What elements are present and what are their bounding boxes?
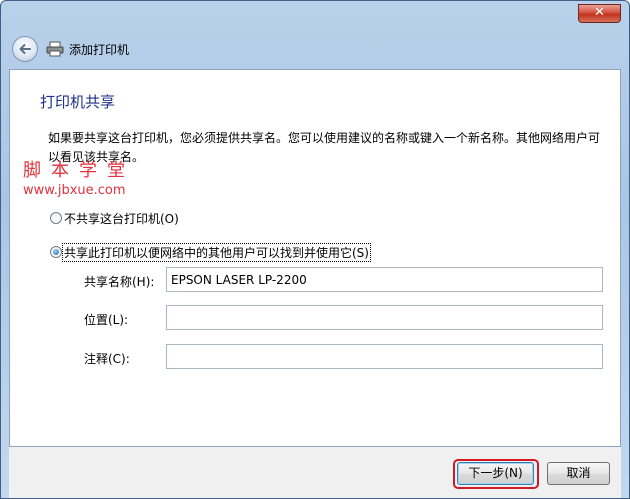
watermark-text: 脚本学堂 xyxy=(23,160,135,181)
share-name-label: 共享名称(H): xyxy=(84,275,155,289)
watermark: 脚本学堂 www.jbxue.com xyxy=(23,161,135,199)
close-icon: ✕ xyxy=(594,5,605,20)
add-printer-window: ✕ 添加打印机 打印机共享 如果要共享这台打印机，您必须提供共享名。您可以使用建… xyxy=(0,0,630,499)
comment-input[interactable] xyxy=(166,344,603,369)
share-radio[interactable] xyxy=(50,246,62,258)
next-button-highlight xyxy=(453,459,539,489)
window-title: 添加打印机 xyxy=(69,43,130,57)
share-label[interactable]: 共享此打印机以便网络中的其他用户可以找到并使用它(S) xyxy=(62,243,371,262)
close-button[interactable]: ✕ xyxy=(578,4,621,23)
no-share-label[interactable]: 不共享这台打印机(O) xyxy=(64,210,179,227)
comment-label: 注释(C): xyxy=(84,352,130,366)
back-button[interactable] xyxy=(12,36,38,62)
location-label: 位置(L): xyxy=(84,313,129,327)
printer-icon xyxy=(46,41,64,57)
wizard-header: 添加打印机 xyxy=(9,32,621,68)
back-arrow-icon xyxy=(19,44,31,54)
watermark-url: www.jbxue.com xyxy=(23,183,126,198)
cancel-button[interactable]: 取消 xyxy=(547,462,610,485)
no-share-radio[interactable] xyxy=(50,212,62,224)
page-title: 打印机共享 xyxy=(40,93,116,111)
share-name-input[interactable] xyxy=(166,267,603,292)
location-input[interactable] xyxy=(166,305,603,330)
